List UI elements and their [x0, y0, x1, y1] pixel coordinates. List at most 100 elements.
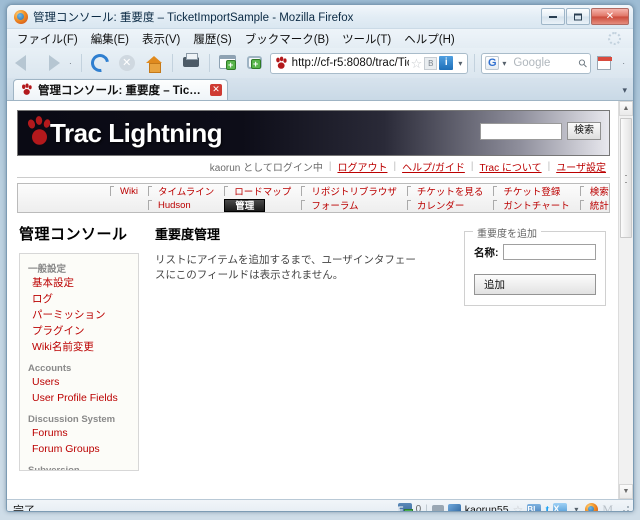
trac-lightning-paw-logo-icon	[26, 116, 56, 150]
scroll-up-icon[interactable]: ▲	[619, 101, 633, 116]
status-text: 完了	[13, 504, 35, 512]
admin-link-forums[interactable]: Forums	[32, 426, 132, 440]
resize-grip[interactable]	[617, 504, 629, 511]
star-icon[interactable]: ☆	[513, 503, 524, 512]
menu-item-history[interactable]: 履歴(S)	[191, 30, 233, 48]
trac-banner-search: 検索	[480, 122, 601, 140]
xmarks-dropdown-icon[interactable]: ▾	[571, 505, 581, 511]
admin-link-user-profile-fields[interactable]: User Profile Fields	[32, 391, 132, 405]
admin-section-heading-accounts: Accounts	[28, 363, 72, 374]
site-identity-icon[interactable]: i	[439, 56, 454, 70]
menu-item-bookmarks[interactable]: ブックマーク(B)	[243, 30, 331, 48]
twitter-icon[interactable]: t	[545, 502, 549, 511]
page-scrollbar[interactable]: ▲ ▼	[618, 101, 633, 499]
maximize-button[interactable]	[566, 8, 590, 25]
search-input[interactable]: Google	[509, 57, 579, 69]
tab-close-icon[interactable]: ✕	[210, 84, 222, 96]
mainnav-browser[interactable]: リポジトリブラウザ	[305, 184, 403, 198]
admin-link-basic-settings[interactable]: 基本設定	[32, 276, 132, 290]
reload-button[interactable]	[87, 50, 113, 76]
browser-tab-active[interactable]: 管理コンソール: 重要度 – Ticket... ✕	[13, 79, 228, 100]
admin-link-logging[interactable]: ログ	[32, 292, 132, 306]
add-bookmark-button[interactable]: +	[243, 51, 267, 75]
tab-list-dropdown-icon[interactable]: ▾	[622, 85, 627, 96]
new-window-button[interactable]: +	[216, 51, 240, 75]
mainnav-hudson[interactable]: Hudson	[152, 198, 197, 212]
print-button[interactable]	[179, 51, 203, 75]
trac-logo-text: Trac Lightning	[50, 117, 223, 148]
menu-item-view[interactable]: 表示(V)	[140, 30, 182, 48]
window-titlebar: 管理コンソール: 重要度 – TicketImportSample - Mozi…	[7, 5, 633, 29]
admin-link-wiki-rename[interactable]: Wiki名前変更	[32, 340, 132, 354]
mainnav-stats[interactable]: 統計	[584, 198, 609, 212]
stop-button[interactable]: ✕	[115, 51, 139, 75]
evernote-icon[interactable]: E	[397, 502, 413, 511]
navigation-toolbar: · ✕ + + http://cf-r5:8080/trac/TicketImp…	[7, 48, 633, 78]
mainnav-calendar[interactable]: カレンダー	[411, 198, 471, 212]
xmarks-icon[interactable]: X	[553, 503, 568, 511]
admin-link-forum-groups[interactable]: Forum Groups	[32, 442, 132, 456]
metanav-divider: |	[470, 161, 474, 172]
menu-item-help[interactable]: ヘルプ(H)	[402, 30, 456, 48]
window-title: 管理コンソール: 重要度 – TicketImportSample - Mozi…	[33, 11, 354, 24]
firefox-status-icon[interactable]	[585, 503, 599, 511]
search-engine-dropdown-icon[interactable]: ▾	[499, 59, 509, 68]
mainnav-wiki[interactable]: Wiki	[114, 184, 144, 198]
scroll-down-icon[interactable]: ▼	[619, 484, 633, 499]
admin-main-panel: 重要度管理 リストにアイテムを追加するまで、ユーザインタフェースにこのフィールド…	[139, 223, 610, 471]
mainnav-col-2: タイムライン Hudson	[144, 184, 220, 212]
mainnav-view-tickets[interactable]: チケットを見る	[411, 184, 490, 198]
bookmark-star-icon[interactable]: ☆	[411, 57, 423, 70]
back-button[interactable]	[12, 51, 36, 75]
status-username[interactable]: kaorun55	[465, 504, 509, 512]
history-dropdown-icon[interactable]: ·	[66, 59, 75, 68]
mainnav-timeline[interactable]: タイムライン	[152, 184, 220, 198]
comment-icon[interactable]	[431, 504, 444, 511]
mainnav-forums[interactable]: フォーラム	[305, 198, 364, 212]
mainnav-col-5: チケットを見る カレンダー	[403, 184, 490, 212]
toolbar-overflow-icon[interactable]: ·	[619, 59, 628, 68]
mainnav-gantt[interactable]: ガントチャート	[497, 198, 575, 212]
admin-link-permissions[interactable]: パーミッション	[32, 308, 132, 322]
hatena-bookmark-icon[interactable]: B	[424, 56, 438, 70]
home-button[interactable]	[142, 51, 166, 75]
toolbar-separator	[171, 54, 173, 72]
menu-item-file[interactable]: ファイル(F)	[15, 30, 80, 48]
mainnav-roadmap[interactable]: ロードマップ	[228, 184, 297, 198]
scrollbar-thumb[interactable]	[620, 118, 632, 238]
admin-section-heading-subversion: Subversion	[28, 465, 80, 471]
minimize-button[interactable]	[541, 8, 565, 25]
admin-link-plugins[interactable]: プラグイン	[32, 324, 132, 338]
url-bar[interactable]: http://cf-r5:8080/trac/TicketImpor ☆ B i…	[269, 52, 469, 74]
firefox-logo-icon	[14, 9, 28, 24]
desktop-background: 管理コンソール: 重要度 – TicketImportSample - Mozi…	[0, 0, 640, 520]
mainnav-admin-selected[interactable]: 管理	[224, 198, 266, 212]
metanav-prefs-link[interactable]: ユーザ設定	[556, 159, 606, 174]
name-input[interactable]	[502, 244, 596, 260]
forward-button[interactable]	[39, 51, 63, 75]
metanav-help-link[interactable]: ヘルプ/ガイド	[402, 159, 465, 174]
add-button[interactable]: 追加	[474, 274, 596, 295]
hatena-icon[interactable]	[447, 503, 461, 511]
search-bar[interactable]: G ▾ Google ⚲	[481, 52, 592, 74]
google-engine-icon[interactable]: G	[485, 56, 500, 70]
menu-item-edit[interactable]: 編集(E)	[89, 30, 131, 48]
scrapbook-button[interactable]	[594, 52, 616, 74]
menu-item-tools[interactable]: ツール(T)	[340, 30, 393, 48]
mainnav-search[interactable]: 検索	[584, 184, 609, 198]
close-button[interactable]: ✕	[591, 8, 629, 25]
trac-search-button[interactable]: 検索	[567, 122, 601, 140]
mainnav-new-ticket[interactable]: チケット登録	[497, 184, 566, 198]
metanav-about-link[interactable]: Trac について	[479, 159, 541, 174]
status-bar: 完了 E 0 | kaorun55 ☆ Bl t X ▾ M	[7, 499, 633, 512]
urlbar-dropdown-icon[interactable]: ▾	[455, 59, 465, 68]
gmail-icon[interactable]: M	[602, 502, 613, 511]
trac-search-input[interactable]	[480, 122, 562, 140]
bl-icon[interactable]: Bl	[527, 503, 542, 511]
status-count: 0	[415, 504, 422, 512]
metanav-logout-link[interactable]: ログアウト	[337, 159, 387, 174]
trac-main-navigation: Wiki タイムライン Hudson ロードマップ 管理 リポジトリブラウザ フ…	[17, 183, 610, 213]
mainnav-col-4: リポジトリブラウザ フォーラム	[297, 184, 403, 212]
scrollbar-track[interactable]	[619, 116, 633, 484]
admin-link-users[interactable]: Users	[32, 375, 132, 389]
